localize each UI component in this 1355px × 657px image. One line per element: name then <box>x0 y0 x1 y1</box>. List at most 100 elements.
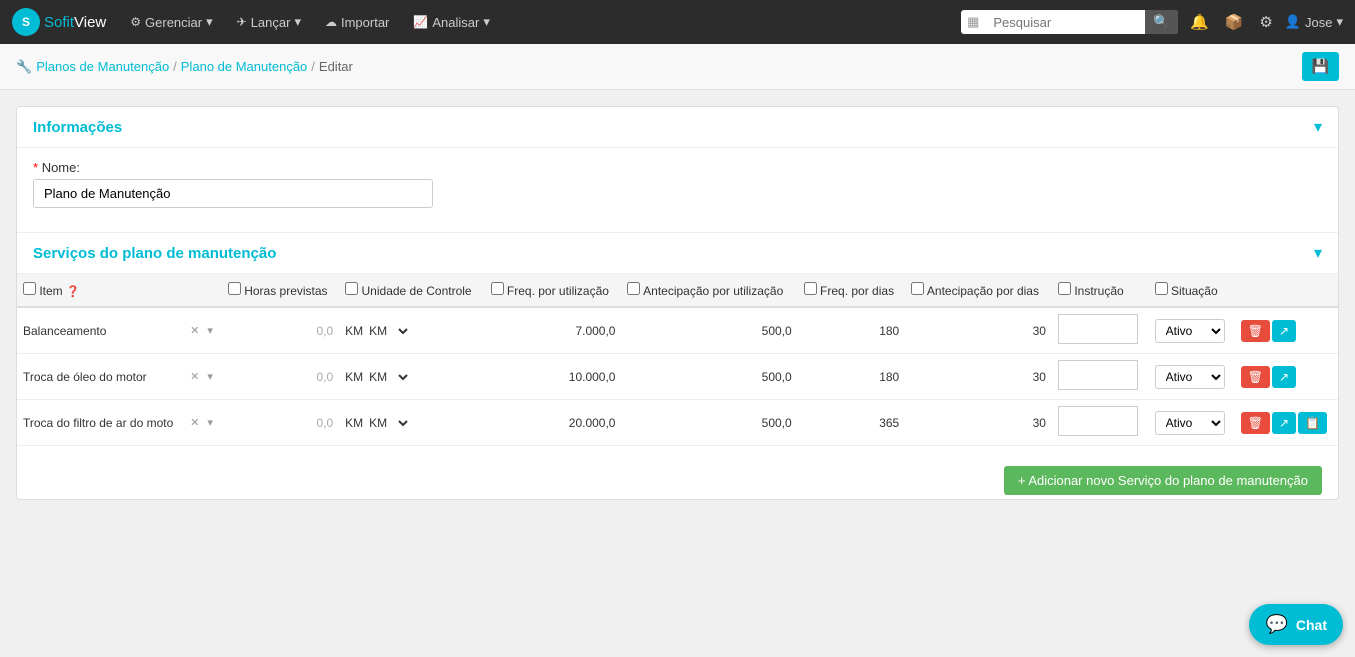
breadcrumb: 🔧 Planos de Manutenção / Plano de Manute… <box>16 59 353 75</box>
antec-util-cell-2: 500,0 <box>621 400 797 446</box>
instrucao-cell-1 <box>1052 354 1149 400</box>
col-horas-checkbox[interactable] <box>228 282 241 295</box>
situacao-select-2[interactable]: Ativo Inativo <box>1155 411 1225 435</box>
brand-logo: S <box>12 8 40 36</box>
chat-bubble[interactable]: 💬 Chat <box>1249 604 1343 645</box>
antec-util-cell-0: 500,0 <box>621 307 797 354</box>
nav-importar[interactable]: ☁ Importar <box>317 11 397 34</box>
nome-label: * Nome: <box>33 160 1322 175</box>
informacoes-body: * Nome: <box>17 148 1338 232</box>
col-unidade-checkbox[interactable] <box>345 282 358 295</box>
col-item: Item ❓ <box>17 274 222 307</box>
servicos-title: Serviços do plano de manutenção <box>33 245 276 262</box>
move-item-btn-2[interactable]: ▾ <box>204 415 216 430</box>
user-icon: 👤 <box>1285 14 1301 30</box>
informacoes-title: Informações <box>33 119 122 136</box>
box-icon[interactable]: 📦 <box>1221 13 1248 31</box>
antec-dias-cell-1: 30 <box>905 354 1052 400</box>
instrucao-textarea-2[interactable] <box>1058 406 1138 436</box>
col-instrucao-checkbox[interactable] <box>1058 282 1071 295</box>
search-button[interactable]: 🔍 <box>1145 10 1178 34</box>
notification-icon[interactable]: 🔔 <box>1186 13 1213 31</box>
freq-util-cell-2: 20.000,0 <box>485 400 622 446</box>
col-situacao-checkbox[interactable] <box>1155 282 1168 295</box>
situacao-select-0[interactable]: Ativo Inativo <box>1155 319 1225 343</box>
move-item-btn-1[interactable]: ▾ <box>204 369 216 384</box>
breadcrumb-bar: 🔧 Planos de Manutenção / Plano de Manute… <box>0 44 1355 90</box>
servicos-header: Serviços do plano de manutenção ▾ <box>17 232 1338 274</box>
brand[interactable]: S SofitView <box>12 8 106 36</box>
select-all-checkbox[interactable] <box>23 282 36 295</box>
nav-gerenciar[interactable]: ⚙ Gerenciar ▾ <box>122 10 220 34</box>
table-row: Troca do filtro de ar do moto ✕ ▾ 0,0 KM… <box>17 400 1338 446</box>
col-situacao: Situação <box>1149 274 1235 307</box>
wrench-icon: 🔧 <box>16 59 32 75</box>
share-row-btn-2[interactable]: ↗ <box>1272 412 1296 434</box>
item-cell-1: Troca de óleo do motor ✕ ▾ <box>17 354 222 400</box>
item-name-1: Troca de óleo do motor <box>23 370 183 384</box>
chevron-down-icon: ▾ <box>1336 14 1343 30</box>
remove-item-btn-0[interactable]: ✕ <box>187 323 202 338</box>
breadcrumb-current: Editar <box>319 59 353 74</box>
col-antec-dias-checkbox[interactable] <box>911 282 924 295</box>
chevron-down-icon: ▾ <box>294 14 301 30</box>
breadcrumb-link-2[interactable]: Plano de Manutenção <box>181 59 307 74</box>
item-name-0: Balanceamento <box>23 324 183 338</box>
unidade-cell-0: KM KM HRS <box>339 307 484 354</box>
delete-row-btn-0[interactable]: 🗑 <box>1241 320 1270 342</box>
share-row-btn-0[interactable]: ↗ <box>1272 320 1296 342</box>
item-cell-0: Balanceamento ✕ ▾ <box>17 307 222 354</box>
situacao-select-1[interactable]: Ativo Inativo <box>1155 365 1225 389</box>
move-item-btn-0[interactable]: ▾ <box>204 323 216 338</box>
share-row-btn-1[interactable]: ↗ <box>1272 366 1296 388</box>
freq-dias-cell-2: 365 <box>798 400 906 446</box>
nav-analisar[interactable]: 📈 Analisar ▾ <box>405 10 497 34</box>
navbar-right: ▦ 🔍 🔔 📦 ⚙ 👤 Jose ▾ <box>961 10 1343 34</box>
informacoes-header: Informações ▾ <box>17 107 1338 148</box>
instrucao-textarea-1[interactable] <box>1058 360 1138 390</box>
horas-cell-0: 0,0 <box>222 307 339 354</box>
save-top-button[interactable]: 💾 <box>1302 52 1339 81</box>
delete-row-btn-2[interactable]: 🗑 <box>1241 412 1270 434</box>
copy-row-btn-2[interactable]: 📋 <box>1298 412 1327 434</box>
col-horas: Horas previstas <box>222 274 339 307</box>
unidade-select-1[interactable]: KM HRS <box>365 369 411 385</box>
collapse-servicos-icon[interactable]: ▾ <box>1314 243 1322 263</box>
search-input[interactable] <box>985 11 1145 34</box>
col-freq-util-checkbox[interactable] <box>491 282 504 295</box>
settings-icon[interactable]: ⚙ <box>1255 13 1276 31</box>
remove-item-btn-1[interactable]: ✕ <box>187 369 202 384</box>
launch-icon: ✈ <box>237 15 247 29</box>
chat-icon: 💬 <box>1265 614 1287 635</box>
freq-util-cell-1: 10.000,0 <box>485 354 622 400</box>
col-freq-dias: Freq. por dias <box>798 274 906 307</box>
delete-row-btn-1[interactable]: 🗑 <box>1241 366 1270 388</box>
user-menu[interactable]: 👤 Jose ▾ <box>1285 14 1343 30</box>
servicos-table: Item ❓ Horas previstas Unidade de Contro… <box>17 274 1338 446</box>
row-actions-1: 🗑 ↗ <box>1235 354 1338 400</box>
gear-icon: ⚙ <box>130 15 141 29</box>
nav-lancar[interactable]: ✈ Lançar ▾ <box>229 10 309 34</box>
col-freq-dias-checkbox[interactable] <box>804 282 817 295</box>
nome-input[interactable] <box>33 179 433 208</box>
instrucao-textarea-0[interactable] <box>1058 314 1138 344</box>
search-box-icon: ▦ <box>961 14 985 30</box>
item-cell-2: Troca do filtro de ar do moto ✕ ▾ <box>17 400 222 446</box>
servicos-table-container: Item ❓ Horas previstas Unidade de Contro… <box>17 274 1338 458</box>
unidade-select-2[interactable]: KM HRS <box>365 415 411 431</box>
chevron-down-icon: ▾ <box>483 14 490 30</box>
antec-util-cell-1: 500,0 <box>621 354 797 400</box>
unidade-select-0[interactable]: KM HRS <box>365 323 411 339</box>
cloud-icon: ☁ <box>325 15 337 29</box>
col-antec-util-checkbox[interactable] <box>627 282 640 295</box>
situacao-cell-1: Ativo Inativo <box>1149 354 1235 400</box>
add-service-button[interactable]: + Adicionar novo Serviço do plano de man… <box>1004 466 1322 495</box>
collapse-informacoes-icon[interactable]: ▾ <box>1314 117 1322 137</box>
breadcrumb-link-1[interactable]: Planos de Manutenção <box>36 59 169 74</box>
antec-dias-cell-2: 30 <box>905 400 1052 446</box>
remove-item-btn-2[interactable]: ✕ <box>187 415 202 430</box>
freq-dias-cell-1: 180 <box>798 354 906 400</box>
help-icon: ❓ <box>66 286 80 298</box>
col-unidade: Unidade de Controle <box>339 274 484 307</box>
chat-label: Chat <box>1296 617 1327 633</box>
